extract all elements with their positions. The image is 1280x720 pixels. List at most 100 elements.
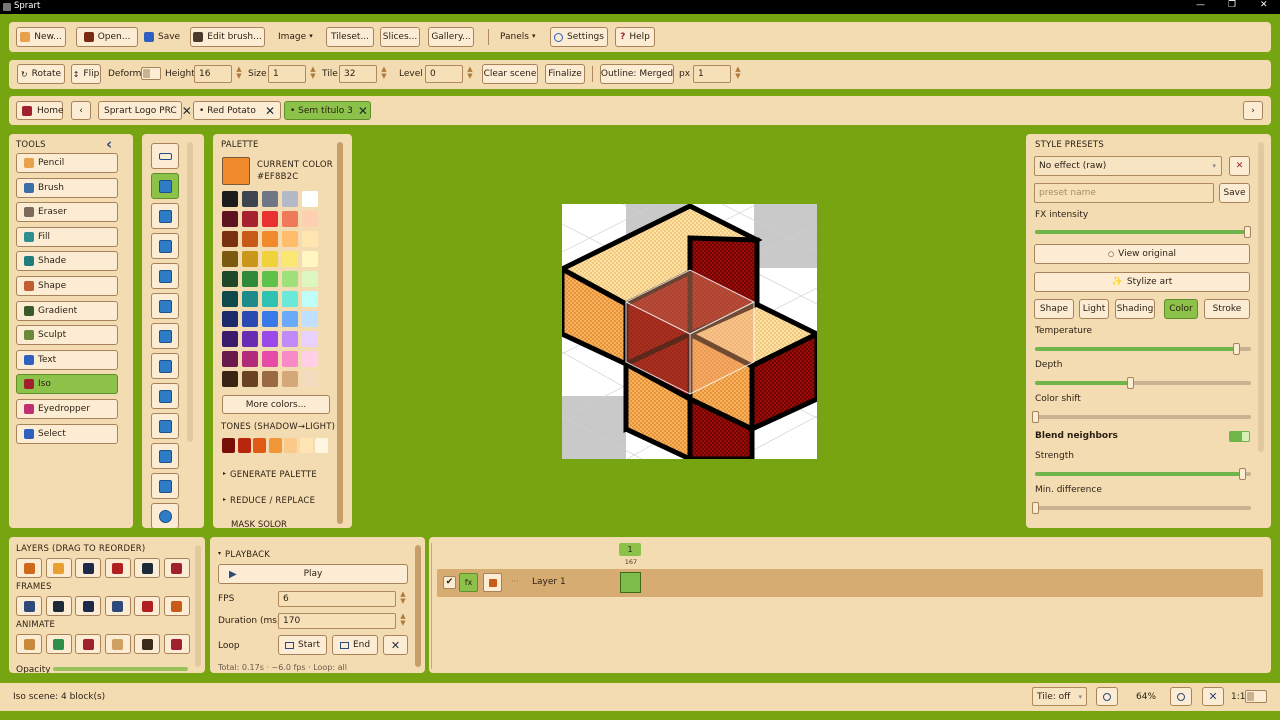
height-stepper[interactable]: ▲ ▼ (235, 66, 243, 80)
palette-swatch[interactable] (282, 211, 298, 227)
color-shift-slider[interactable] (1032, 411, 1251, 423)
tabs-prev-button[interactable]: ‹ (71, 101, 91, 120)
tone-swatch[interactable] (222, 438, 235, 453)
edit-brush-button[interactable]: Edit brush... (190, 27, 265, 47)
palette-swatch[interactable] (242, 271, 258, 287)
palette-swatch[interactable] (262, 271, 278, 287)
save-button[interactable]: Save (144, 27, 184, 47)
slices-button[interactable]: Slices... (380, 27, 420, 47)
preset-select[interactable]: No effect (raw) ▾ (1034, 156, 1222, 176)
restore-button[interactable]: ❐ (1228, 0, 1236, 10)
tab-red-potato[interactable]: • Red Potato ✕ (193, 101, 281, 120)
iso-shape-cone[interactable] (151, 323, 179, 349)
new-button[interactable]: New... (16, 27, 66, 47)
view-original-button[interactable]: ○ View original (1034, 244, 1250, 264)
strength-slider[interactable] (1035, 468, 1251, 480)
tone-swatch[interactable] (299, 438, 313, 453)
layer-drag-handle[interactable]: ··· (511, 577, 519, 586)
close-tab-icon[interactable]: ✕ (358, 104, 368, 118)
palette-swatch[interactable] (222, 191, 238, 207)
zoom-in-button[interactable] (1170, 687, 1192, 706)
home-tab[interactable]: Home (16, 101, 64, 120)
actual-size-label[interactable]: 1:1 (1231, 692, 1245, 702)
tool-gradient[interactable]: Gradient (16, 300, 118, 321)
palette-swatch[interactable] (262, 331, 278, 347)
iso-shape-cylinder[interactable] (151, 413, 179, 439)
opacity-slider[interactable] (53, 667, 188, 671)
finalize-button[interactable]: Finalize (545, 64, 585, 84)
min-difference-slider[interactable] (1032, 502, 1251, 514)
tileset-button[interactable]: Tileset... (326, 27, 374, 47)
add-layer-button[interactable] (16, 558, 42, 578)
palette-swatch[interactable] (242, 311, 258, 327)
palette-swatch[interactable] (282, 191, 298, 207)
palette-swatch[interactable] (242, 351, 258, 367)
palette-swatch[interactable] (242, 251, 258, 267)
generate-palette-section[interactable]: ▸ GENERATE PALETTE (223, 470, 317, 480)
size-stepper[interactable]: ▲ ▼ (309, 66, 317, 80)
blend-neighbors-toggle[interactable] (1229, 431, 1250, 442)
reduce-replace-section[interactable]: ▸ REDUCE / REPLACE (223, 496, 315, 506)
tabs-next-button[interactable]: › (1243, 101, 1263, 120)
loop-clear-button[interactable]: ✕ (383, 635, 408, 655)
layers-scrollbar[interactable] (195, 545, 201, 667)
tool-text[interactable]: Text (16, 349, 118, 370)
loop-start-button[interactable]: Start (278, 635, 327, 655)
iso-shape-rounded[interactable] (151, 503, 179, 528)
palette-swatch[interactable] (242, 191, 258, 207)
palette-swatch[interactable] (302, 251, 318, 267)
playback-scrollbar[interactable] (415, 545, 421, 667)
temperature-slider[interactable] (1035, 343, 1251, 355)
palette-swatch[interactable] (242, 231, 258, 247)
tool-shade[interactable]: Shade (16, 251, 118, 272)
layer-visibility-checkbox[interactable]: ✔ (443, 576, 456, 589)
px-stepper[interactable]: ▲ ▼ (734, 66, 742, 80)
add-frame-button[interactable] (16, 596, 42, 616)
minimize-button[interactable]: — (1196, 0, 1205, 10)
canvas[interactable] (556, 203, 823, 463)
merge-layer-button[interactable] (104, 558, 131, 578)
palette-swatch[interactable] (302, 211, 318, 227)
palette-swatch[interactable] (262, 191, 278, 207)
lock-frame-button[interactable] (163, 596, 190, 616)
frame-number-badge[interactable]: 1 (619, 543, 641, 556)
tool-sculpt[interactable]: Sculpt (16, 325, 118, 346)
palette-swatch[interactable] (282, 291, 298, 307)
preset-name-input[interactable]: preset name (1034, 183, 1214, 203)
close-window-button[interactable]: ✕ (1260, 0, 1268, 10)
erase-frame-button[interactable] (163, 634, 190, 654)
palette-swatch[interactable] (222, 331, 238, 347)
duration-field[interactable]: 170 (278, 613, 396, 629)
fps-field[interactable]: 6 (278, 591, 396, 607)
tool-brush[interactable]: Brush (16, 177, 118, 198)
iso-shape-stairs[interactable] (151, 353, 179, 379)
actual-size-toggle[interactable] (1245, 690, 1267, 703)
tween-frame-button[interactable] (104, 634, 131, 654)
play-button[interactable]: ▶ Play (218, 564, 408, 584)
clear-preset-button[interactable]: ✕ (1229, 156, 1250, 176)
duration-stepper[interactable]: ▲ ▼ (399, 613, 407, 627)
palette-swatch[interactable] (222, 311, 238, 327)
palette-swatch[interactable] (302, 231, 318, 247)
outline-button[interactable]: Outline: Merged (600, 64, 674, 84)
collapse-panel-button[interactable]: ‹ (106, 135, 112, 153)
palette-swatch[interactable] (262, 291, 278, 307)
iso-shape-sphere[interactable] (151, 473, 179, 499)
tone-swatch[interactable] (315, 438, 328, 453)
iso-shape-half-block[interactable] (151, 263, 179, 289)
level-field[interactable]: 0 (425, 65, 463, 83)
iso-shape-pyramid[interactable] (151, 293, 179, 319)
palette-swatch[interactable] (242, 291, 258, 307)
pause-frame-button[interactable] (104, 596, 131, 616)
palette-swatch[interactable] (222, 371, 238, 387)
settings-button[interactable]: Settings (550, 27, 608, 47)
tile-mode-select[interactable]: Tile: off ▾ (1032, 687, 1087, 706)
palette-swatch[interactable] (302, 371, 318, 387)
more-colors-button[interactable]: More colors... (222, 395, 330, 414)
delete-frame-button[interactable] (75, 596, 101, 616)
palette-swatch[interactable] (262, 311, 278, 327)
delete-layer-button[interactable] (75, 558, 101, 578)
tile-field[interactable]: 32 (339, 65, 377, 83)
fx-tab-light[interactable]: Light (1079, 299, 1109, 319)
image-menu[interactable]: Image ▾ (278, 32, 313, 42)
